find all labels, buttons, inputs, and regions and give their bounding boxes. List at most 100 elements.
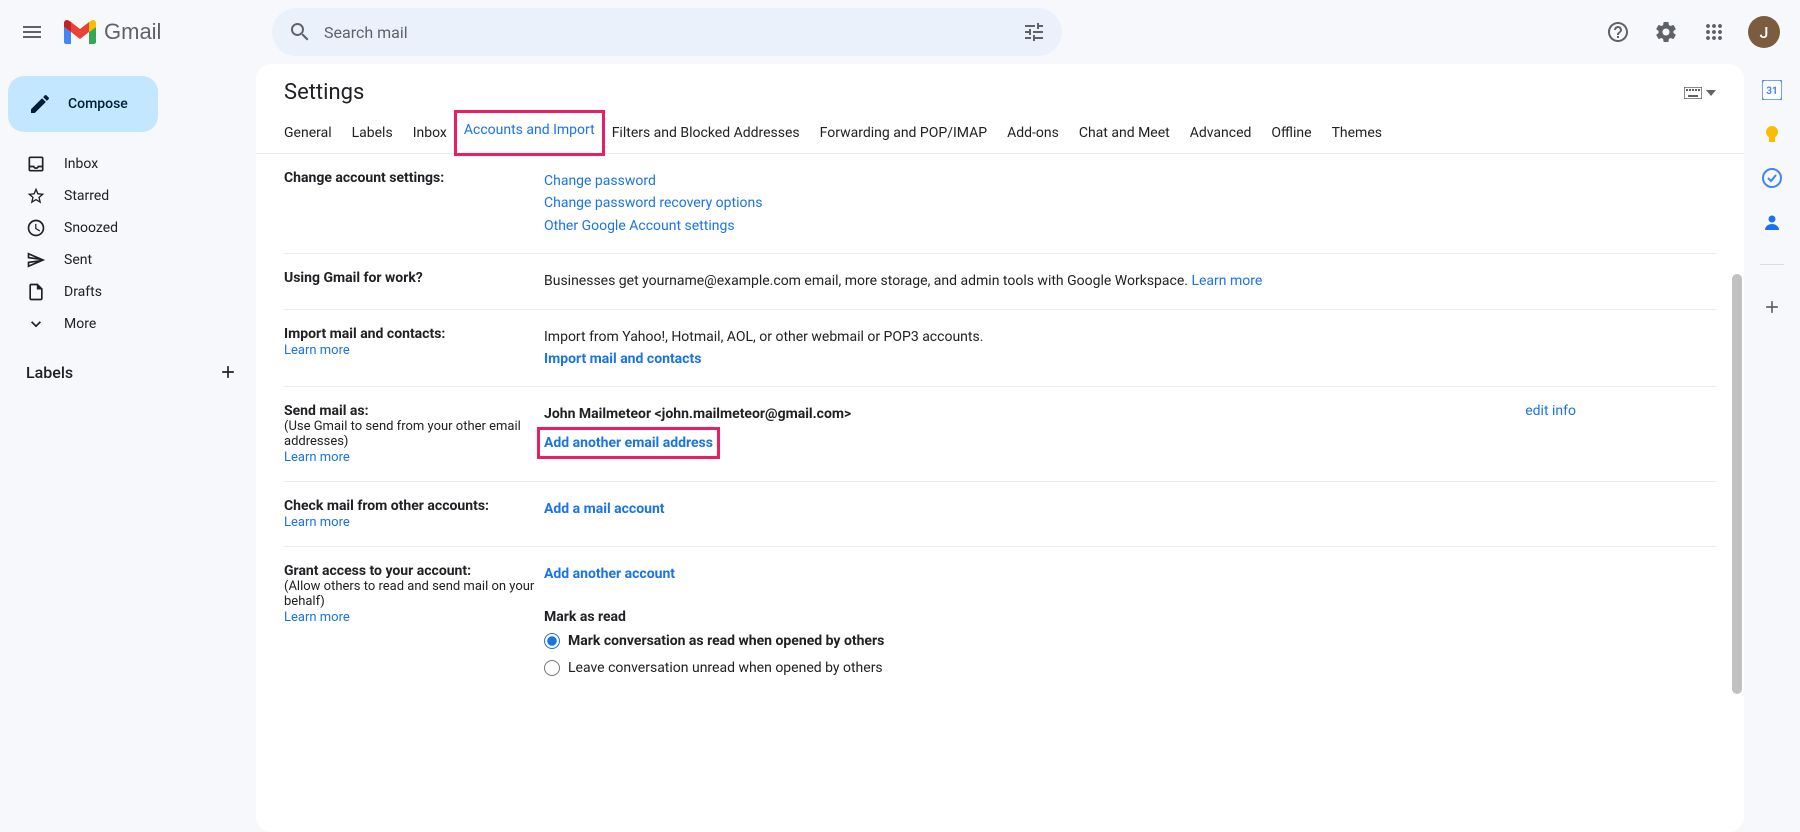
leave-unread-radio[interactable] [544, 660, 560, 676]
nav-snoozed-label: Snoozed [64, 220, 118, 236]
svg-text:31: 31 [1766, 86, 1777, 97]
gmail-logo-icon [64, 20, 96, 45]
settings-tabs: General Labels Inbox Accounts and Import… [256, 113, 1744, 154]
mark-read-option2: Leave conversation unread when opened by… [568, 657, 883, 679]
tab-accounts-import[interactable]: Accounts and Import [454, 110, 605, 156]
work-learn-more-link[interactable]: Learn more [1191, 273, 1262, 289]
sendas-identity: John Mailmeteor <john.mailmeteor@gmail.c… [544, 403, 1525, 425]
main-menu-button[interactable] [8, 8, 56, 56]
file-icon [26, 282, 46, 302]
sendas-learn-more-link[interactable]: Learn more [284, 450, 350, 465]
section-grant-access: Grant access to your account: (Allow oth… [284, 547, 1716, 697]
search-button[interactable] [280, 12, 320, 52]
add-addon-button[interactable] [1762, 297, 1782, 317]
tab-advanced[interactable]: Advanced [1180, 113, 1262, 153]
tasks-app-icon[interactable] [1762, 168, 1782, 188]
tab-filters[interactable]: Filters and Blocked Addresses [602, 113, 810, 153]
section-send-as: Send mail as: (Use Gmail to send from yo… [284, 387, 1716, 482]
clock-icon [26, 218, 46, 238]
support-button[interactable] [1598, 12, 1638, 52]
tab-offline[interactable]: Offline [1261, 113, 1321, 153]
help-icon [1606, 20, 1630, 44]
import-mail-link[interactable]: Import mail and contacts [544, 351, 701, 367]
search-input[interactable] [320, 23, 1014, 42]
section-work: Using Gmail for work? Businesses get you… [284, 254, 1716, 309]
nav-inbox-label: Inbox [64, 156, 98, 172]
pencil-icon [28, 92, 52, 116]
star-icon [26, 186, 46, 206]
section-label: Send mail as: [284, 403, 544, 419]
compose-button[interactable]: Compose [8, 76, 158, 132]
inbox-icon [26, 154, 46, 174]
hamburger-icon [20, 20, 44, 44]
section-change-account: Change account settings: Change password… [284, 154, 1716, 254]
compose-label: Compose [68, 96, 128, 112]
scrollbar[interactable] [1730, 274, 1744, 832]
gear-icon [1654, 20, 1678, 44]
tab-chat-meet[interactable]: Chat and Meet [1069, 113, 1180, 153]
search-bar [272, 8, 1062, 56]
tune-icon [1022, 20, 1046, 44]
import-learn-more-link[interactable]: Learn more [284, 343, 350, 358]
scrollbar-thumb[interactable] [1732, 274, 1742, 694]
keep-app-icon[interactable] [1762, 124, 1782, 144]
tab-inbox[interactable]: Inbox [403, 113, 457, 153]
plus-icon [1762, 297, 1782, 317]
tab-general[interactable]: General [274, 113, 342, 153]
add-email-link[interactable]: Add another email address [537, 427, 720, 459]
recovery-options-link[interactable]: Change password recovery options [544, 195, 762, 211]
add-label-button[interactable] [212, 356, 244, 388]
keyboard-icon [1684, 87, 1702, 99]
input-tools-button[interactable] [1684, 87, 1716, 99]
page-title: Settings [284, 80, 364, 105]
section-sublabel: (Use Gmail to send from your other email… [284, 419, 544, 449]
section-check-mail: Check mail from other accounts: Learn mo… [284, 482, 1716, 547]
apps-button[interactable] [1694, 12, 1734, 52]
side-divider [1760, 264, 1784, 265]
section-label: Import mail and contacts: [284, 326, 544, 342]
gmail-logo[interactable]: Gmail [64, 19, 264, 45]
side-panel: 31 [1744, 64, 1800, 832]
nav-starred[interactable]: Starred [0, 180, 248, 212]
nav-snoozed[interactable]: Snoozed [0, 212, 248, 244]
plus-icon [218, 362, 238, 382]
sidebar: Compose Inbox Starred Snoozed Sent Draft… [0, 64, 256, 832]
section-sublabel: (Allow others to read and send mail on y… [284, 579, 544, 609]
contacts-app-icon[interactable] [1762, 212, 1782, 232]
tab-labels[interactable]: Labels [342, 113, 403, 153]
search-icon [288, 20, 312, 44]
nav-starred-label: Starred [64, 188, 109, 204]
nav-more-label: More [64, 316, 96, 332]
section-import: Import mail and contacts: Learn more Imp… [284, 310, 1716, 388]
nav-drafts-label: Drafts [64, 284, 102, 300]
settings-panel: Settings General Labels Inbox Accounts a… [256, 64, 1744, 832]
section-label: Change account settings: [284, 170, 544, 237]
edit-info-link[interactable]: edit info [1525, 403, 1576, 419]
nav-inbox[interactable]: Inbox [0, 148, 248, 180]
nav-more[interactable]: More [0, 308, 248, 340]
nav-sent[interactable]: Sent [0, 244, 248, 276]
section-label: Grant access to your account: [284, 563, 544, 579]
settings-button[interactable] [1646, 12, 1686, 52]
section-label: Check mail from other accounts: [284, 498, 544, 514]
change-password-link[interactable]: Change password [544, 173, 656, 189]
search-options-button[interactable] [1014, 12, 1054, 52]
nav-sent-label: Sent [64, 252, 92, 268]
other-settings-link[interactable]: Other Google Account settings [544, 218, 735, 234]
labels-header-text: Labels [26, 363, 73, 382]
checkmail-learn-more-link[interactable]: Learn more [284, 515, 350, 530]
tab-addons[interactable]: Add-ons [997, 113, 1069, 153]
nav-drafts[interactable]: Drafts [0, 276, 248, 308]
account-avatar[interactable]: J [1748, 16, 1780, 48]
mark-read-header: Mark as read [544, 606, 1716, 628]
apps-grid-icon [1702, 20, 1726, 44]
import-text: Import from Yahoo!, Hotmail, AOL, or oth… [544, 326, 1716, 348]
tab-themes[interactable]: Themes [1322, 113, 1392, 153]
add-mail-account-link[interactable]: Add a mail account [544, 501, 665, 517]
tab-forwarding[interactable]: Forwarding and POP/IMAP [810, 113, 997, 153]
add-another-account-link[interactable]: Add another account [544, 566, 675, 582]
calendar-app-icon[interactable]: 31 [1762, 80, 1782, 100]
mark-read-radio[interactable] [544, 633, 560, 649]
grant-learn-more-link[interactable]: Learn more [284, 610, 350, 625]
section-label: Using Gmail for work? [284, 270, 544, 292]
